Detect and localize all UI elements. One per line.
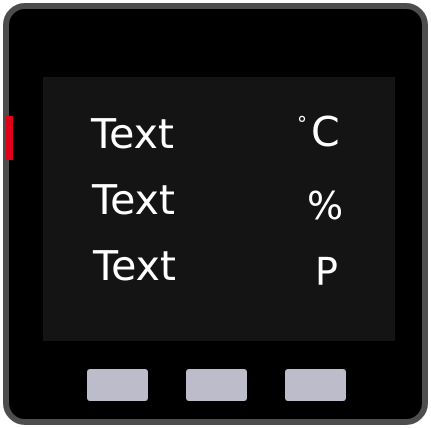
device: Text Text Text °C % P bbox=[0, 0, 431, 428]
left-button[interactable] bbox=[87, 369, 148, 401]
row-3-label: Text bbox=[93, 242, 176, 290]
row-1-label: Text bbox=[91, 110, 174, 158]
middle-button[interactable] bbox=[186, 369, 247, 401]
degree-symbol: ° bbox=[297, 112, 307, 136]
percent-unit: % bbox=[307, 184, 344, 228]
side-indicator-led bbox=[6, 116, 13, 160]
right-button[interactable] bbox=[285, 369, 346, 401]
row-2-label: Text bbox=[92, 176, 175, 224]
celsius-letter: C bbox=[311, 108, 340, 156]
pressure-unit: P bbox=[315, 250, 338, 294]
celsius-unit: °C bbox=[297, 112, 340, 153]
